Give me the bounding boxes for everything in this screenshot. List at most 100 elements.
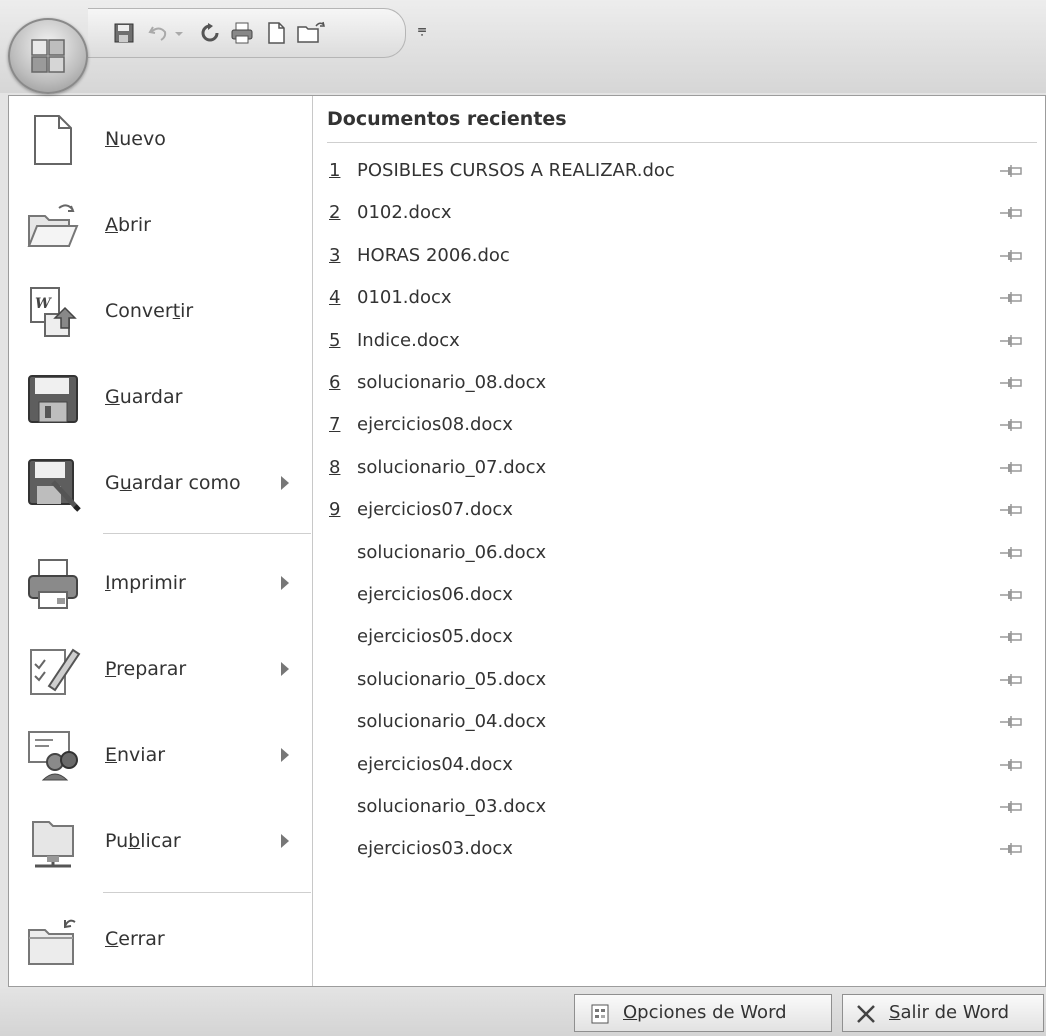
recent-document-name: HORAS 2006.doc [357,244,510,266]
menu-item-publicar[interactable]: Publicar [9,798,313,884]
recent-document-number: 7 [329,414,341,436]
pin-icon[interactable] [999,672,1023,688]
pin-icon[interactable] [999,629,1023,645]
recent-document-item[interactable]: 8 solucionario_07.docx [313,447,1045,489]
recent-document-item[interactable]: 5 Indice.docx [313,320,1045,362]
recent-document-name: solucionario_05.docx [357,668,547,690]
recent-document-item[interactable]: 4 0101.docx [313,277,1045,319]
pin-icon[interactable] [999,545,1023,561]
pin-icon[interactable] [999,714,1023,730]
exit-word-button[interactable]: Salir de Word [842,994,1044,1032]
recent-document-item[interactable]: 6 solucionario_08.docx [313,362,1045,404]
menu-item-guardar-como[interactable]: Guardar como [9,440,313,526]
menu-item-convertir[interactable]: W Convertir [9,268,313,354]
redo-icon[interactable] [196,19,224,47]
recent-document-item[interactable]: ejercicios04.docx [313,744,1045,786]
convert-icon: W [30,287,77,337]
recent-document-item[interactable]: ejercicios03.docx [313,828,1045,870]
recent-document-item[interactable]: ejercicios05.docx [313,616,1045,658]
recent-document-name: solucionario_03.docx [357,796,547,817]
recent-document-item[interactable]: solucionario_06.docx [313,532,1045,574]
recent-document-name: ejercicios06.docx [357,584,513,605]
recent-document-number: 9 [329,499,341,521]
menu-item-enviar[interactable]: Enviar [9,712,313,798]
word-options-button[interactable]: Opciones de Word [574,994,832,1032]
pin-icon[interactable] [999,205,1023,221]
menu-item-label: Enviar [105,744,166,766]
svg-text:W: W [35,296,52,312]
menu-item-label: Guardar [105,386,183,408]
submenu-arrow-icon [281,662,289,676]
menu-item-label: Guardar como [105,472,241,494]
save-icon[interactable] [110,19,138,47]
recent-document-name: solucionario_08.docx [357,372,547,393]
recent-document-item[interactable]: solucionario_04.docx [313,701,1045,743]
options-icon [591,1004,609,1024]
menu-item-guardar[interactable]: Guardar [9,354,313,440]
recent-document-name: ejercicios04.docx [357,753,513,775]
recent-document-item[interactable]: 1 POSIBLES CURSOS A REALIZAR.doc [313,150,1045,192]
pin-icon[interactable] [999,375,1023,391]
recent-document-item[interactable]: ejercicios06.docx [313,574,1045,616]
recent-documents-panel: Documentos recientes 1 POSIBLES CURSOS A … [313,96,1045,986]
open-folder-icon [27,204,79,247]
pin-icon[interactable] [999,502,1023,518]
recent-document-name: solucionario_04.docx [357,711,547,733]
pin-icon[interactable] [999,587,1023,603]
close-folder-icon [28,919,76,965]
pin-icon[interactable] [999,163,1023,179]
pin-icon[interactable] [999,248,1023,264]
office-button[interactable] [8,18,88,94]
save-disk-icon [28,375,78,423]
recent-document-name: ejercicios05.docx [357,626,513,648]
office-logo-icon [31,39,65,73]
print-icon[interactable] [228,19,256,47]
undo-icon[interactable] [144,19,172,47]
options-label-mnemonic: O [623,1002,638,1023]
recent-document-name: 0101.docx [357,287,452,309]
publish-icon [32,821,74,868]
recent-document-name: solucionario_07.docx [357,456,547,478]
menu-item-abrir[interactable]: Abrir [9,182,313,268]
pin-icon[interactable] [999,799,1023,815]
menu-item-label: Cerrar [105,928,165,950]
menu-item-imprimir[interactable]: Imprimir [9,540,313,626]
open-icon[interactable] [294,19,328,47]
undo-dropdown-icon[interactable] [172,19,186,47]
new-document-icon [34,115,72,165]
menu-item-label: Convertir [105,300,194,322]
recent-document-item[interactable]: 2 0102.docx [313,192,1045,234]
recent-document-name: ejercicios03.docx [357,838,513,860]
recent-document-number: 8 [329,456,341,478]
menu-item-preparar[interactable]: Preparar [9,626,313,712]
recent-documents-title: Documentos recientes [327,108,567,130]
customize-toolbar-icon[interactable]: ⩦ [412,18,432,40]
menu-item-nuevo[interactable]: Nuevo [9,96,313,182]
menu-item-label: Publicar [105,830,181,852]
recent-document-item[interactable]: 7 ejercicios08.docx [313,404,1045,446]
menu-item-label: Abrir [105,214,151,236]
exit-label: alir de Word [900,1002,1010,1023]
menu-item-label: Preparar [105,658,187,680]
new-document-icon[interactable] [262,19,290,47]
divider [327,142,1037,143]
pin-icon[interactable] [999,290,1023,306]
pin-icon[interactable] [999,460,1023,476]
recent-document-item[interactable]: 9 ejercicios07.docx [313,489,1045,531]
recent-document-name: POSIBLES CURSOS A REALIZAR.doc [357,160,675,181]
recent-document-item[interactable]: solucionario_03.docx [313,786,1045,828]
menu-footer: Opciones de Word Salir de Word [0,988,1046,1036]
recent-document-item[interactable]: solucionario_05.docx [313,659,1045,701]
exit-label-mnemonic: S [889,1002,901,1023]
recent-document-number: 3 [329,244,341,266]
save-as-icon [28,459,81,512]
pin-icon[interactable] [999,417,1023,433]
pin-icon[interactable] [999,757,1023,773]
recent-document-name: solucionario_06.docx [357,541,547,563]
menu-separator [103,533,311,534]
pin-icon[interactable] [999,841,1023,857]
menu-item-cerrar[interactable]: Cerrar [9,896,313,982]
recent-document-item[interactable]: 3 HORAS 2006.doc [313,235,1045,277]
pin-icon[interactable] [999,333,1023,349]
quick-access-toolbar [88,8,406,58]
